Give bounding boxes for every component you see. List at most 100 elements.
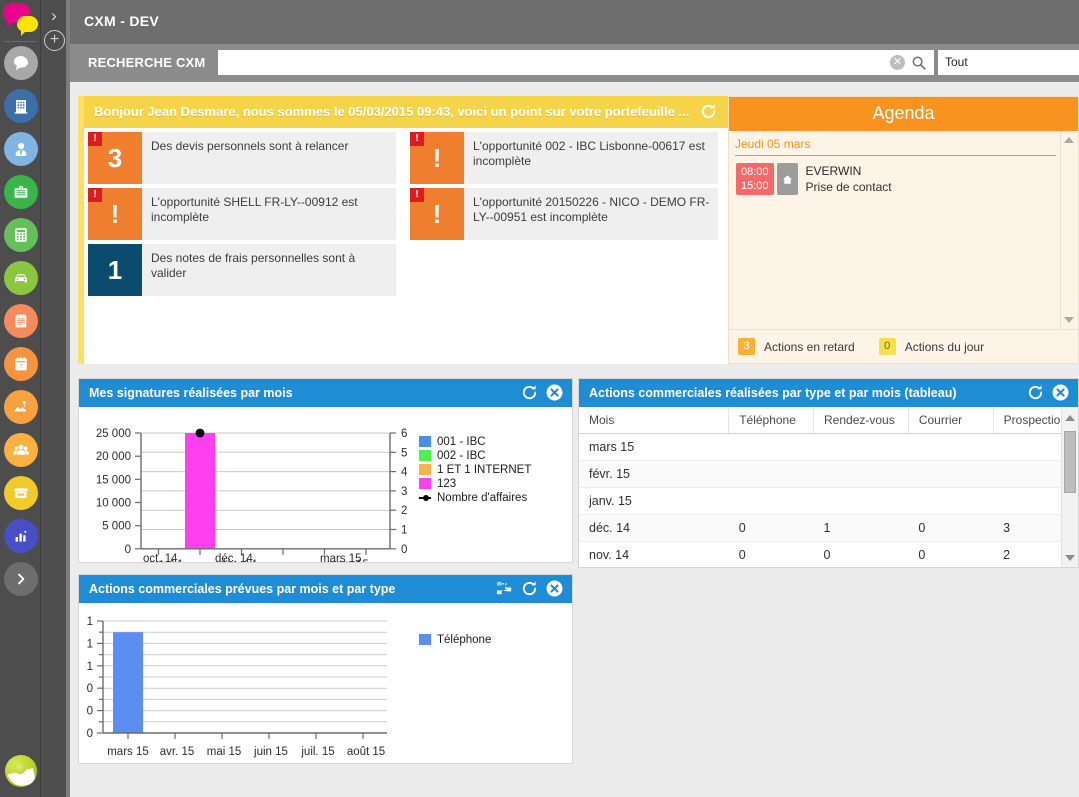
- svg-text:1: 1: [87, 616, 93, 628]
- today-actions-label[interactable]: Actions du jour: [905, 340, 984, 354]
- column-header[interactable]: Mois: [579, 407, 730, 434]
- agenda-scrollbar[interactable]: [1060, 131, 1077, 329]
- column-header[interactable]: Courrier: [908, 407, 994, 434]
- legend-label: 001 - IBC: [437, 435, 486, 448]
- rail-add-plus-icon[interactable]: +: [44, 30, 65, 51]
- svg-text:juil. 15: juil. 15: [300, 746, 334, 758]
- signatures-legend: 001 - IBC 002 - IBC 1 ET 1 INTERNET 123: [419, 435, 531, 505]
- svg-text:juin 15: juin 15: [253, 746, 288, 758]
- portfolio-card[interactable]: ! ! L'opportunité 20150226 - NICO - DEMO…: [410, 188, 718, 240]
- sidebar-item-teams[interactable]: [4, 433, 38, 467]
- search-scope-select[interactable]: Tout: [938, 50, 1079, 75]
- late-actions-label[interactable]: Actions en retard: [764, 340, 855, 354]
- refresh-icon[interactable]: [520, 579, 539, 598]
- search-scope-value: Tout: [945, 55, 968, 69]
- svg-text:15 000: 15 000: [96, 474, 131, 486]
- sidebar-item-reports[interactable]: [4, 519, 38, 553]
- car-icon: [11, 268, 31, 288]
- column-header[interactable]: Rendez-vous: [813, 407, 909, 434]
- xtick-label: oct. 14: [143, 553, 178, 565]
- xtick-label: déc. 14: [215, 553, 253, 565]
- search-input[interactable]: [219, 51, 899, 74]
- table-row[interactable]: févr. 15: [579, 460, 1078, 488]
- table-cell: 0: [908, 514, 994, 542]
- refresh-icon[interactable]: [1026, 383, 1045, 402]
- agenda-event-end: 15:00: [741, 180, 769, 192]
- sidebar-item-archive[interactable]: [4, 476, 38, 510]
- sidebar-item-business[interactable]: [4, 175, 38, 209]
- rail-expand-chevron-icon[interactable]: ›: [44, 5, 64, 27]
- portfolio-card[interactable]: 3 ! Des devis personnels sont à relancer: [88, 132, 396, 184]
- svg-text:0: 0: [125, 544, 131, 556]
- table-row[interactable]: mars 15: [579, 433, 1078, 461]
- legend-swatch: [419, 436, 431, 447]
- app-title: CXM - DEV: [84, 13, 160, 29]
- legend-item: 123: [419, 477, 531, 490]
- sidebar-item-more[interactable]: [4, 562, 38, 596]
- table-cell: 1: [813, 514, 909, 542]
- scroll-down-icon[interactable]: [1064, 317, 1074, 323]
- planned-actions-panel-header: Actions commerciales prévues par mois et…: [79, 575, 572, 603]
- sidebar-item-calendar[interactable]: 7: [4, 347, 38, 381]
- dashboard-content: Bonjour Jean Desmare, nous sommes le 05/…: [70, 82, 1079, 797]
- svg-text:6: 6: [401, 428, 407, 440]
- sidebar-item-companies[interactable]: [4, 89, 38, 123]
- scrollbar-thumb[interactable]: [1064, 431, 1076, 493]
- table-cell: janv. 15: [579, 487, 729, 515]
- search-toolbar: RECHERCHE CXM ✕ Tout: [70, 44, 1079, 82]
- signatures-panel-title: Mes signatures réalisées par mois: [89, 386, 293, 400]
- svg-text:1: 1: [87, 638, 93, 650]
- sidebar-item-expenses[interactable]: [4, 390, 38, 424]
- speech-bubble-icon: [11, 53, 31, 73]
- search-field-wrapper: ✕: [218, 50, 934, 75]
- agenda-event-start: 08:00: [741, 166, 769, 178]
- table-row[interactable]: déc. 14 0 1 0 3: [579, 514, 1078, 542]
- legend-item: 001 - IBC: [419, 435, 531, 448]
- column-header[interactable]: Téléphone: [728, 407, 815, 434]
- bar-chart-icon: [11, 526, 31, 546]
- svg-text:mai 15: mai 15: [207, 746, 242, 758]
- scroll-up-icon[interactable]: [1064, 137, 1074, 143]
- table-row[interactable]: janv. 15: [579, 487, 1078, 515]
- svg-text:août 15: août 15: [347, 746, 385, 758]
- agenda-event[interactable]: 08:00 15:00 EVERWIN Prise de contact: [736, 163, 892, 195]
- table-row[interactable]: nov. 14 0 0 0 2: [579, 541, 1078, 569]
- app-logo: [3, 3, 39, 37]
- portfolio-card[interactable]: 1 Des notes de frais personnelles sont à…: [88, 244, 396, 296]
- legend-label: 002 - IBC: [437, 449, 486, 462]
- clear-search-icon[interactable]: ✕: [890, 55, 905, 70]
- portfolio-panel: Bonjour Jean Desmare, nous sommes le 05/…: [78, 96, 728, 364]
- landscape-icon: [11, 397, 31, 417]
- table-cell: [908, 460, 994, 488]
- sidebar-item-contacts[interactable]: [4, 132, 38, 166]
- refresh-icon[interactable]: [520, 383, 539, 402]
- search-icon[interactable]: [911, 55, 927, 71]
- close-icon[interactable]: [1051, 383, 1070, 402]
- person-tie-icon: [11, 139, 31, 159]
- sidebar-item-chat[interactable]: [4, 46, 38, 80]
- actions-table-panel-actions: [1026, 383, 1070, 402]
- agenda-panel: Agenda Jeudi 05 mars 08:00 15:00 EVERWIN…: [728, 96, 1079, 364]
- table-cell: 0: [728, 514, 814, 542]
- chart-table-toggle-icon[interactable]: [495, 579, 514, 598]
- close-icon[interactable]: [545, 383, 564, 402]
- portfolio-card[interactable]: ! ! L'opportunité 002 - IBC Lisbonne-006…: [410, 132, 718, 184]
- table-cell: 0: [813, 541, 909, 569]
- svg-text:0: 0: [401, 544, 407, 556]
- legend-item: Téléphone: [419, 633, 491, 646]
- table-scrollbar[interactable]: [1061, 409, 1078, 567]
- close-icon[interactable]: [545, 579, 564, 598]
- table-cell: [728, 433, 814, 461]
- sidebar-item-quotes[interactable]: [4, 218, 38, 252]
- refresh-icon[interactable]: [699, 102, 718, 121]
- alert-badge: !: [410, 132, 424, 146]
- sidebar-item-vehicles[interactable]: [4, 261, 38, 295]
- sidebar-item-notes[interactable]: [4, 304, 38, 338]
- calculator-icon: [11, 225, 31, 245]
- scroll-up-icon[interactable]: [1065, 415, 1075, 421]
- agenda-title: Agenda: [872, 103, 935, 123]
- portfolio-card[interactable]: ! ! L'opportunité SHELL FR-LY--00912 est…: [88, 188, 396, 240]
- rail-divider: [4, 41, 37, 42]
- table-cell: mars 15: [579, 433, 729, 461]
- scroll-down-icon[interactable]: [1065, 555, 1075, 561]
